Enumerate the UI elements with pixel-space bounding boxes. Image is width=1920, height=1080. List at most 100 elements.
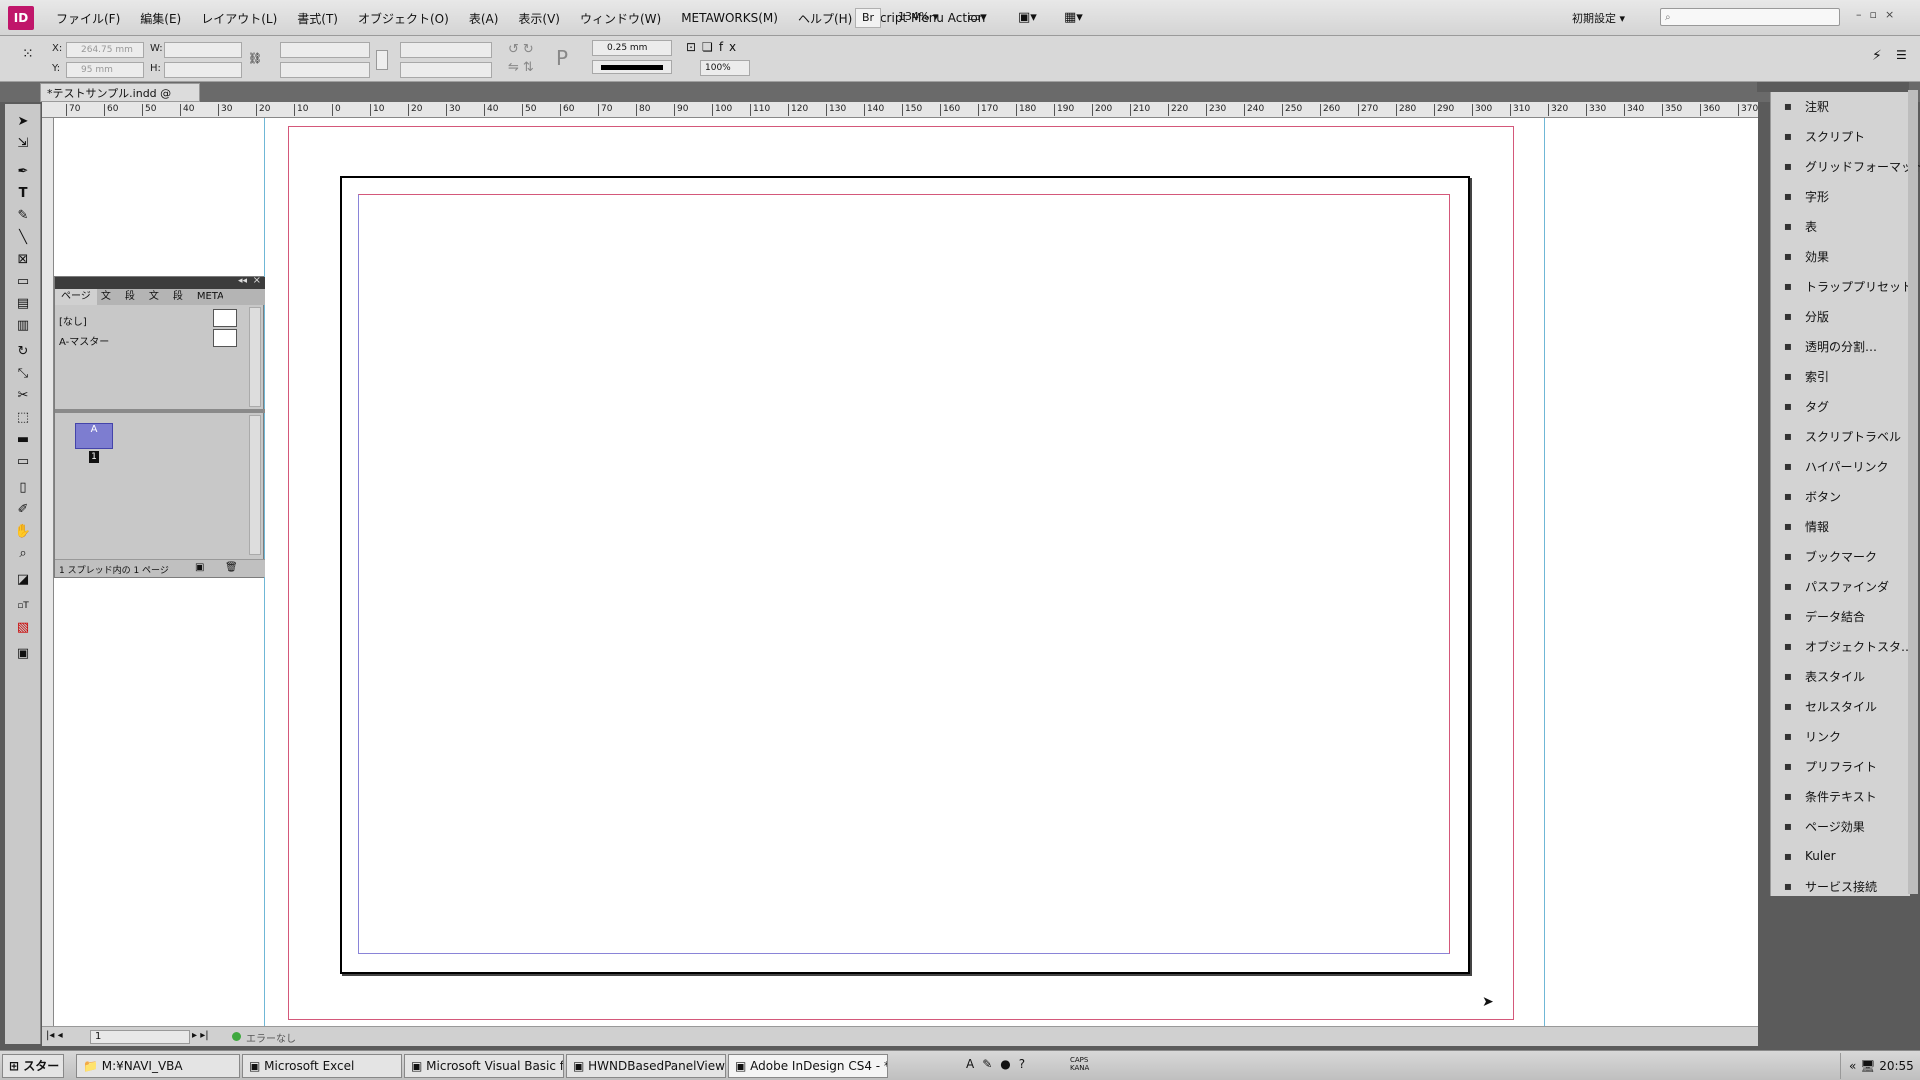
panel-item-effects[interactable]: ▪ 効果 bbox=[1779, 244, 1829, 268]
panel-item-tag[interactable]: ▪ タグ bbox=[1779, 394, 1829, 418]
next-page-icon[interactable]: ▸ ▸| bbox=[192, 1030, 209, 1041]
rectangle-tool-icon[interactable]: ▭ bbox=[13, 272, 33, 292]
panel-item-glyph[interactable]: ▪ 字形 bbox=[1779, 184, 1829, 208]
panel-item-kuler[interactable]: ▪ Kuler bbox=[1779, 844, 1836, 868]
panel-item-script[interactable]: ▪ スクリプト bbox=[1779, 124, 1865, 148]
panel-item-hyperlink[interactable]: ▪ ハイパーリンク bbox=[1779, 454, 1889, 478]
taskbar-explorer[interactable]: 📁 M:¥NAVI_VBA bbox=[76, 1054, 240, 1078]
rotate-tool-icon[interactable]: ↻ bbox=[13, 342, 33, 362]
menu-table[interactable]: 表(A) bbox=[459, 10, 509, 27]
master-none[interactable]: [なし] bbox=[59, 313, 87, 328]
fill-stroke-icon[interactable]: ◪ bbox=[13, 570, 33, 590]
tab-paragraph[interactable]: 段落 bbox=[121, 289, 145, 305]
view-options-icon[interactable]: ▭▾ bbox=[968, 10, 987, 25]
close-panel-icon[interactable]: × bbox=[253, 275, 261, 286]
taskbar-hwnd[interactable]: ▣ HWNDBasedPanelView ... bbox=[566, 1054, 726, 1078]
h-field[interactable] bbox=[164, 62, 242, 78]
tab-metaworks[interactable]: METAWORKS bbox=[193, 289, 223, 305]
panel-item-bookmark[interactable]: ▪ ブックマーク bbox=[1779, 544, 1877, 568]
panel-item-cell-style[interactable]: ▪ セルスタイル bbox=[1779, 694, 1877, 718]
page-number-field[interactable]: 1 bbox=[90, 1030, 190, 1044]
window-controls[interactable]: –▫× bbox=[1856, 8, 1902, 21]
master-a[interactable]: A-マスター bbox=[59, 333, 109, 348]
menu-file[interactable]: ファイル(F) bbox=[46, 10, 130, 27]
panel-item-info[interactable]: ▪ 情報 bbox=[1779, 514, 1829, 538]
delete-page-icon[interactable]: 🗑 bbox=[225, 562, 238, 573]
document-tab[interactable]: *テストサンプル.indd @ 134% × bbox=[40, 83, 200, 119]
panel-item-index[interactable]: ▪ 索引 bbox=[1779, 364, 1829, 388]
constrain-icon[interactable]: ⛓ bbox=[248, 52, 262, 65]
w-field[interactable] bbox=[164, 42, 242, 58]
pencil-tool-icon[interactable]: ✎ bbox=[13, 206, 33, 226]
panel-item-object-style[interactable]: ▪ オブジェクトスタ… bbox=[1779, 634, 1913, 658]
panel-item-script-label[interactable]: ▪ スクリプトラベル bbox=[1779, 424, 1901, 448]
taskbar-vba[interactable]: ▣ Microsoft Visual Basic f... bbox=[404, 1054, 564, 1078]
panel-item-flattener[interactable]: ▪ 透明の分割… bbox=[1779, 334, 1877, 358]
free-transform-tool-icon[interactable]: ⬚ bbox=[13, 408, 33, 428]
y-field[interactable]: 95 mm bbox=[66, 62, 144, 78]
menu-edit[interactable]: 編集(E) bbox=[130, 10, 191, 27]
panel-menu-icon[interactable]: ☰ bbox=[1896, 48, 1907, 62]
shear-field[interactable] bbox=[400, 62, 492, 78]
panel-item-pathfinder[interactable]: ▪ パスファインダ bbox=[1779, 574, 1889, 598]
menu-help[interactable]: ヘルプ(H) bbox=[788, 10, 862, 27]
panel-item-conditional-text[interactable]: ▪ 条件テキスト bbox=[1779, 784, 1877, 808]
search-input[interactable]: ⌕ bbox=[1660, 8, 1840, 26]
preflight-status[interactable]: エラーなし bbox=[246, 1030, 296, 1045]
gradient-tool-icon[interactable]: ▬ bbox=[13, 430, 33, 450]
stroke-type-dropdown[interactable] bbox=[592, 60, 672, 74]
apply-none-icon[interactable]: ▧ bbox=[13, 618, 33, 638]
eyedropper-tool-icon[interactable]: ✐ bbox=[13, 500, 33, 520]
panel-item-table[interactable]: ▪ 表 bbox=[1779, 214, 1817, 238]
taskbar-indesign[interactable]: ▣ Adobe InDesign CS4 - *... bbox=[728, 1054, 888, 1078]
paragraph-direction-icon[interactable]: P bbox=[556, 46, 568, 70]
workspace-dropdown[interactable]: 初期設定 ▾ bbox=[1572, 10, 1625, 26]
selection-tool-icon[interactable]: ➤ bbox=[13, 112, 33, 132]
link-scale-icon[interactable] bbox=[376, 50, 388, 70]
panel-item-page-transitions[interactable]: ▪ ページ効果 bbox=[1779, 814, 1865, 838]
effects-buttons-icon[interactable]: ⊡❏fx bbox=[686, 40, 742, 54]
tab-character[interactable]: 文字 bbox=[97, 289, 121, 305]
panel-item-separations[interactable]: ▪ 分版 bbox=[1779, 304, 1829, 328]
bridge-button[interactable]: Br bbox=[855, 8, 882, 28]
start-button[interactable]: ⊞ スタート bbox=[2, 1054, 64, 1078]
frame-tool-icon[interactable]: ⊠ bbox=[13, 250, 33, 270]
type-tool-icon[interactable]: T bbox=[13, 184, 33, 204]
panel-item-trap-preset[interactable]: ▪ トラッププリセット bbox=[1779, 274, 1913, 298]
note-tool-icon[interactable]: ▯ bbox=[13, 478, 33, 498]
master-none-thumb[interactable] bbox=[213, 309, 237, 327]
dock-scrollbar[interactable] bbox=[1908, 90, 1918, 894]
direct-selection-tool-icon[interactable]: ⇲ bbox=[13, 134, 33, 154]
horizontal-grid-tool-icon[interactable]: ▤ bbox=[13, 294, 33, 314]
tab-pages[interactable]: ページ bbox=[55, 289, 97, 305]
panel-item-data-merge[interactable]: ▪ データ結合 bbox=[1779, 604, 1865, 628]
panel-item-grid-format[interactable]: ▪ グリッドフォーマット bbox=[1779, 154, 1920, 178]
line-tool-icon[interactable]: ╲ bbox=[13, 228, 33, 248]
first-page-icon[interactable]: |◂ ◂ bbox=[46, 1030, 63, 1041]
masters-scrollbar[interactable] bbox=[249, 307, 261, 407]
screen-mode-icon[interactable]: ▣▾ bbox=[1018, 10, 1037, 25]
panel-item-links[interactable]: ▪ リンク bbox=[1779, 724, 1841, 748]
vertical-grid-tool-icon[interactable]: ▥ bbox=[13, 316, 33, 336]
master-a-thumb[interactable] bbox=[213, 329, 237, 347]
gradient-feather-tool-icon[interactable]: ▭ bbox=[13, 452, 33, 472]
menu-view[interactable]: 表示(V) bbox=[508, 10, 570, 27]
panel-item-button[interactable]: ▪ ボタン bbox=[1779, 484, 1841, 508]
tab-character-styles[interactable]: 文字 bbox=[145, 289, 169, 305]
x-field[interactable]: 264.75 mm bbox=[66, 42, 144, 58]
tab-paragraph-styles[interactable]: 段落 bbox=[169, 289, 193, 305]
panel-item-preflight[interactable]: ▪ プリフライト bbox=[1779, 754, 1877, 778]
zoom-tool-icon[interactable]: ⌕ bbox=[13, 544, 33, 564]
dock-header[interactable] bbox=[1757, 82, 1909, 92]
panel-divider[interactable] bbox=[55, 409, 265, 413]
quick-apply-icon[interactable]: ⚡ bbox=[1872, 48, 1882, 64]
arrange-documents-icon[interactable]: ▦▾ bbox=[1064, 10, 1083, 25]
rotate-buttons-icon[interactable]: ↺↻ bbox=[508, 42, 538, 57]
view-mode-icon[interactable]: ▣ bbox=[13, 644, 33, 664]
menu-layout[interactable]: レイアウト(L) bbox=[191, 10, 287, 27]
menu-object[interactable]: オブジェクト(O) bbox=[348, 10, 459, 27]
hand-tool-icon[interactable]: ✋ bbox=[13, 522, 33, 542]
taskbar-excel[interactable]: ▣ Microsoft Excel bbox=[242, 1054, 402, 1078]
scissors-tool-icon[interactable]: ✂ bbox=[13, 386, 33, 406]
scale-y-field[interactable] bbox=[280, 62, 370, 78]
